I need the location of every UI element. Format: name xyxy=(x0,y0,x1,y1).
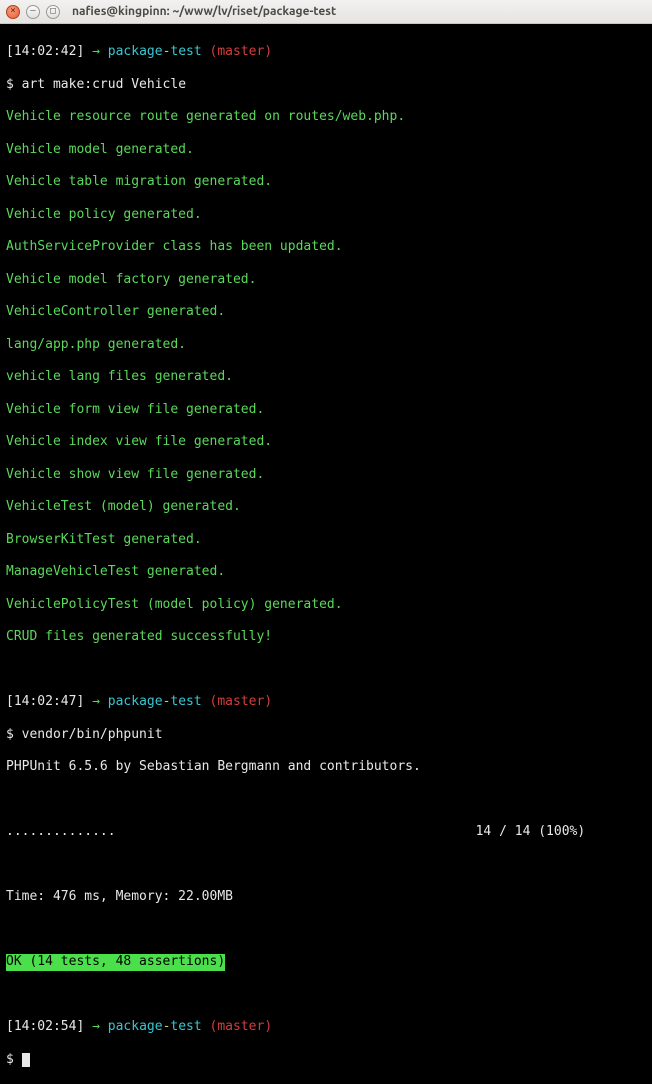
output-line: VehicleTest (model) generated. xyxy=(6,499,646,515)
command-line: $ art make:crud Vehicle xyxy=(6,77,646,93)
blank-line xyxy=(6,857,646,873)
output-line: Vehicle resource route generated on rout… xyxy=(6,109,646,125)
output-line: AuthServiceProvider class has been updat… xyxy=(6,239,646,255)
output-line: VehiclePolicyTest (model policy) generat… xyxy=(6,597,646,613)
blank-line xyxy=(6,792,646,808)
command-line: $ vendor/bin/phpunit xyxy=(6,727,646,743)
minimize-icon[interactable]: – xyxy=(26,5,40,19)
prompt-cursor-line: $ xyxy=(6,1052,646,1068)
output-line: lang/app.php generated. xyxy=(6,337,646,353)
maximize-icon[interactable]: □ xyxy=(46,5,60,19)
window-title: nafies@kingpinn: ~/www/lv/riset/package-… xyxy=(72,5,336,18)
phpunit-ok: OK (14 tests, 48 assertions) xyxy=(6,954,646,970)
phpunit-time: Time: 476 ms, Memory: 22.00MB xyxy=(6,889,646,905)
cursor-icon xyxy=(22,1053,30,1067)
output-line: Vehicle form view file generated. xyxy=(6,402,646,418)
phpunit-progress: .............. 14 / 14 (100%) xyxy=(6,824,646,840)
phpunit-header: PHPUnit 6.5.6 by Sebastian Bergmann and … xyxy=(6,759,646,775)
output-line: vehicle lang files generated. xyxy=(6,369,646,385)
output-line: ManageVehicleTest generated. xyxy=(6,564,646,580)
output-line: Vehicle table migration generated. xyxy=(6,174,646,190)
output-line: Vehicle show view file generated. xyxy=(6,467,646,483)
terminal-viewport[interactable]: [14:02:42] → package-test (master) $ art… xyxy=(0,24,652,542)
prompt-line: [14:02:42] → package-test (master) xyxy=(6,44,646,60)
prompt-line: [14:02:47] → package-test (master) xyxy=(6,694,646,710)
blank-line xyxy=(6,987,646,1003)
blank-line xyxy=(6,922,646,938)
close-icon[interactable]: × xyxy=(6,5,20,19)
blank-line xyxy=(6,662,646,678)
output-line: VehicleController generated. xyxy=(6,304,646,320)
output-line: Vehicle model generated. xyxy=(6,142,646,158)
output-line: CRUD files generated successfully! xyxy=(6,629,646,645)
output-line: Vehicle model factory generated. xyxy=(6,272,646,288)
prompt-line: [14:02:54] → package-test (master) xyxy=(6,1019,646,1035)
window-titlebar: × – □ nafies@kingpinn: ~/www/lv/riset/pa… xyxy=(0,0,652,24)
output-line: Vehicle policy generated. xyxy=(6,207,646,223)
output-line: BrowserKitTest generated. xyxy=(6,532,646,548)
output-line: Vehicle index view file generated. xyxy=(6,434,646,450)
